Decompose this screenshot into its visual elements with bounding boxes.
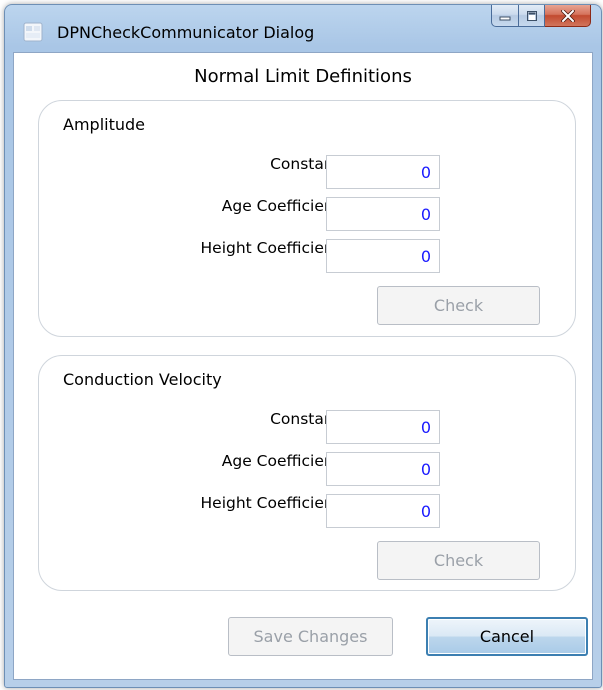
amplitude-constant-input[interactable]: 0 bbox=[326, 155, 440, 189]
minimize-icon bbox=[492, 5, 518, 26]
maximize-icon bbox=[519, 5, 544, 26]
conduction-velocity-height-coefficient-input[interactable]: 0 bbox=[326, 494, 440, 528]
dialog-window: DPNCheckCommunicator Dialog Normal Limit… bbox=[4, 4, 602, 688]
window-title: DPNCheckCommunicator Dialog bbox=[57, 23, 315, 42]
conduction-velocity-group: Conduction Velocity Constant: 0 Age Coef… bbox=[38, 355, 576, 591]
amplitude-age-coefficient-input[interactable]: 0 bbox=[326, 197, 440, 231]
conduction-velocity-height-coefficient-label: Height Coefficient: bbox=[200, 494, 345, 512]
page-title: Normal Limit Definitions bbox=[194, 66, 412, 87]
minimize-button[interactable] bbox=[491, 5, 519, 27]
title-bar[interactable]: DPNCheckCommunicator Dialog bbox=[5, 5, 601, 51]
amplitude-height-coefficient-input[interactable]: 0 bbox=[326, 239, 440, 273]
conduction-velocity-check-button[interactable]: Check bbox=[377, 541, 540, 580]
amplitude-height-coefficient-label: Height Coefficient: bbox=[200, 239, 345, 257]
conduction-velocity-age-coefficient-input[interactable]: 0 bbox=[326, 452, 440, 486]
caption-buttons bbox=[491, 5, 591, 27]
amplitude-check-button[interactable]: Check bbox=[377, 286, 540, 325]
conduction-velocity-constant-input[interactable]: 0 bbox=[326, 410, 440, 444]
amplitude-group-title: Amplitude bbox=[63, 115, 145, 134]
maximize-button[interactable] bbox=[519, 5, 545, 27]
conduction-velocity-group-title: Conduction Velocity bbox=[63, 370, 222, 389]
close-icon bbox=[545, 5, 590, 26]
amplitude-group: Amplitude Constant: 0 Age Coefficient: 0… bbox=[38, 100, 576, 337]
cancel-button[interactable]: Cancel bbox=[426, 617, 588, 656]
save-changes-button[interactable]: Save Changes bbox=[228, 617, 393, 656]
dialog-content: Normal Limit Definitions Amplitude Const… bbox=[13, 52, 593, 680]
app-icon bbox=[23, 22, 43, 42]
close-button[interactable] bbox=[545, 5, 591, 27]
